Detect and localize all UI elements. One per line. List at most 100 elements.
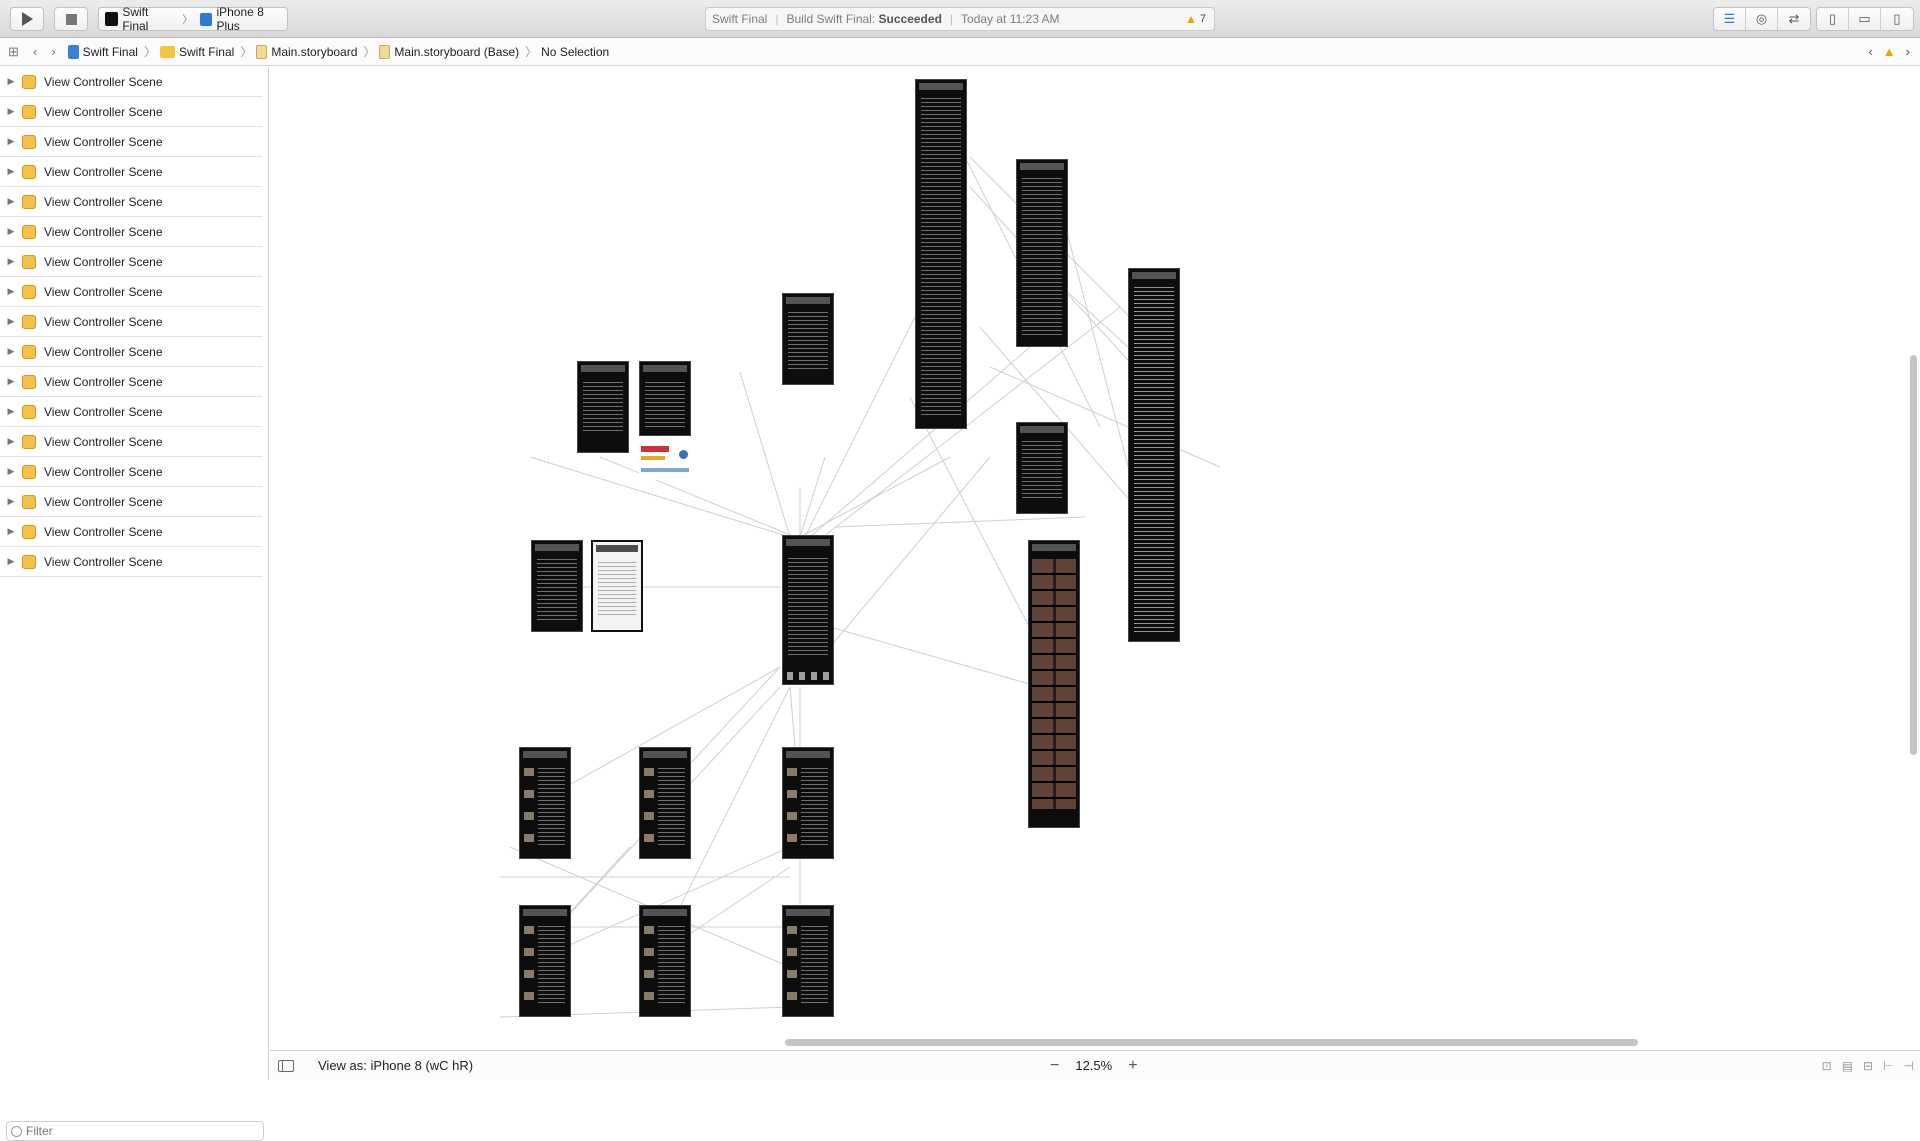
scene-row[interactable]: ▶ View Controller Scene	[0, 307, 262, 337]
scene-row[interactable]: ▶ View Controller Scene	[0, 397, 262, 427]
scene-label: View Controller Scene	[44, 494, 163, 509]
utilities-toggle-icon[interactable]: ▯	[1881, 8, 1913, 30]
add-constraints-icon[interactable]: ⊢	[1883, 1059, 1893, 1073]
scene-row[interactable]: ▶ View Controller Scene	[0, 547, 262, 577]
align-icon[interactable]: ⊟	[1863, 1059, 1873, 1073]
forward-arrow-icon[interactable]: ›	[51, 44, 55, 59]
editor-mode-segment[interactable]: ☰ ◎ ⇄	[1713, 7, 1811, 31]
scene-row[interactable]: ▶ View Controller Scene	[0, 157, 262, 187]
scene-long-list[interactable]	[915, 79, 967, 429]
related-items-icon[interactable]: ⊞	[8, 44, 19, 60]
scene-long-text[interactable]	[1128, 268, 1180, 642]
disclosure-triangle-icon[interactable]: ▶	[0, 196, 22, 207]
scene-form[interactable]	[591, 540, 643, 632]
device-name[interactable]: iPhone 8 Plus	[216, 5, 287, 33]
disclosure-triangle-icon[interactable]: ▶	[0, 376, 22, 387]
storyboard-canvas[interactable]	[270, 67, 1920, 1032]
breadcrumb-storyboard[interactable]: Main.storyboard	[256, 44, 357, 59]
breadcrumb-selection[interactable]: No Selection	[541, 45, 609, 59]
view-controller-scene-icon	[22, 374, 36, 389]
disclosure-triangle-icon[interactable]: ▶	[0, 466, 22, 477]
scene-label: View Controller Scene	[44, 104, 163, 119]
disclosure-triangle-icon[interactable]: ▶	[0, 286, 22, 297]
scene-row[interactable]: ▶ View Controller Scene	[0, 217, 262, 247]
disclosure-triangle-icon[interactable]: ▶	[0, 256, 22, 267]
scene-photo-gallery[interactable]	[1028, 540, 1080, 828]
disclosure-triangle-icon[interactable]: ▶	[0, 166, 22, 177]
scene-detail-6[interactable]	[782, 905, 834, 1017]
vertical-scrollbar[interactable]	[1910, 355, 1917, 755]
disclosure-triangle-icon[interactable]: ▶	[0, 436, 22, 447]
scene-content	[645, 382, 685, 429]
back-arrow-icon[interactable]: ‹	[33, 44, 37, 59]
scene-row[interactable]: ▶ View Controller Scene	[0, 337, 262, 367]
scene-detail-5[interactable]	[639, 905, 691, 1017]
assistant-editor-icon[interactable]: ◎	[1746, 8, 1778, 30]
scene-buttons[interactable]	[1016, 422, 1068, 514]
standard-editor-icon[interactable]: ☰	[1714, 8, 1746, 30]
breadcrumb-project[interactable]: Swift Final	[67, 44, 138, 59]
scene-row[interactable]: ▶ View Controller Scene	[0, 277, 262, 307]
scene-text-a[interactable]	[577, 361, 629, 453]
disclosure-triangle-icon[interactable]: ▶	[0, 556, 22, 567]
scene-info[interactable]	[1016, 159, 1068, 347]
scene-detail-small[interactable]	[782, 293, 834, 385]
disclosure-triangle-icon[interactable]: ▶	[0, 346, 22, 357]
embed-in-icon[interactable]: ⊡	[1822, 1059, 1832, 1073]
disclosure-triangle-icon[interactable]: ▶	[0, 226, 22, 237]
breadcrumb-storyboard-base[interactable]: Main.storyboard (Base)	[379, 44, 519, 59]
navigator-toggle-icon[interactable]: ▯	[1817, 8, 1849, 30]
scene-label: View Controller Scene	[44, 194, 163, 209]
warning-triangle-icon[interactable]: ▲	[1883, 44, 1896, 59]
project-file-icon	[67, 44, 79, 59]
panel-toggle-segment[interactable]: ▯ ▭ ▯	[1816, 7, 1914, 31]
scene-row[interactable]: ▶ View Controller Scene	[0, 517, 262, 547]
view-controller-scene-icon	[22, 284, 36, 299]
disclosure-triangle-icon[interactable]: ▶	[0, 526, 22, 537]
scene-detail-1[interactable]	[519, 747, 571, 859]
filter-input[interactable]	[26, 1124, 246, 1138]
disclosure-triangle-icon[interactable]: ▶	[0, 106, 22, 117]
view-as-label[interactable]: View as: iPhone 8 (wC hR)	[318, 1058, 473, 1073]
breadcrumb-folder[interactable]: Swift Final	[159, 45, 234, 59]
disclosure-triangle-icon[interactable]: ▶	[0, 496, 22, 507]
zoom-out-button[interactable]: −	[1050, 1057, 1059, 1075]
document-outline-toggle-icon[interactable]	[278, 1059, 294, 1072]
scene-row[interactable]: ▶ View Controller Scene	[0, 457, 262, 487]
disclosure-triangle-icon[interactable]: ▶	[0, 406, 22, 417]
scene-row[interactable]: ▶ View Controller Scene	[0, 97, 262, 127]
scene-row[interactable]: ▶ View Controller Scene	[0, 67, 262, 97]
scene-table-a[interactable]	[639, 361, 691, 436]
previous-issue-icon[interactable]: ‹	[1868, 44, 1872, 59]
scheme-name[interactable]: Swift Final	[122, 5, 175, 33]
scene-detail-4[interactable]	[519, 905, 571, 1017]
disclosure-triangle-icon[interactable]: ▶	[0, 316, 22, 327]
horizontal-scrollbar[interactable]	[785, 1039, 1638, 1046]
stack-icon[interactable]: ▤	[1842, 1059, 1853, 1073]
stop-button[interactable]	[54, 7, 88, 31]
scene-row[interactable]: ▶ View Controller Scene	[0, 187, 262, 217]
scene-detail-2[interactable]	[639, 747, 691, 859]
scene-table-b[interactable]	[531, 540, 583, 632]
disclosure-triangle-icon[interactable]: ▶	[0, 136, 22, 147]
scene-row[interactable]: ▶ View Controller Scene	[0, 247, 262, 277]
debug-toggle-icon[interactable]: ▭	[1849, 8, 1881, 30]
scheme-selector[interactable]: Swift Final 〉 iPhone 8 Plus	[98, 5, 288, 33]
scene-header	[523, 909, 567, 916]
scene-detail-3[interactable]	[782, 747, 834, 859]
next-issue-icon[interactable]: ›	[1906, 44, 1910, 59]
scene-content	[583, 382, 623, 432]
scene-row[interactable]: ▶ View Controller Scene	[0, 427, 262, 457]
scene-row[interactable]: ▶ View Controller Scene	[0, 127, 262, 157]
scene-row[interactable]: ▶ View Controller Scene	[0, 487, 262, 517]
zoom-in-button[interactable]: +	[1128, 1057, 1137, 1075]
scene-main-menu[interactable]	[782, 535, 834, 685]
scene-row[interactable]: ▶ View Controller Scene	[0, 367, 262, 397]
warning-badge[interactable]: ▲ 7	[1185, 12, 1206, 26]
resolve-autolayout-icon[interactable]: ⊣	[1904, 1059, 1914, 1073]
filter-field[interactable]	[6, 1121, 264, 1141]
run-button[interactable]	[10, 7, 44, 31]
version-editor-icon[interactable]: ⇄	[1778, 8, 1810, 30]
disclosure-triangle-icon[interactable]: ▶	[0, 76, 22, 87]
thumbnail-column	[787, 926, 797, 1006]
